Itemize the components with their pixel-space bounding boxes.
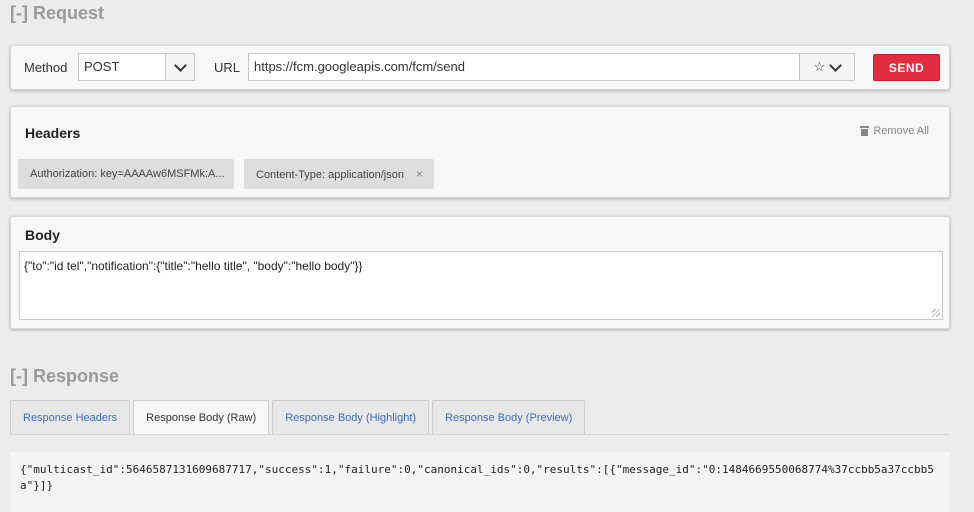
request-bar: Method POST URL https://fcm.googleapis.c… <box>10 45 950 90</box>
method-select[interactable]: POST <box>78 53 195 81</box>
request-section-title[interactable]: [-] Request <box>10 3 104 24</box>
body-title: Body <box>25 227 60 243</box>
header-chip[interactable]: Content-Type: application/json × <box>244 159 434 189</box>
remove-all-button[interactable]: Remove All <box>860 125 929 137</box>
send-button[interactable]: SEND <box>873 54 940 81</box>
url-label: URL <box>214 60 241 75</box>
url-input[interactable]: https://fcm.googleapis.com/fcm/send ☆ <box>248 53 855 81</box>
resize-handle[interactable] <box>932 309 940 317</box>
headers-title: Headers <box>25 125 81 141</box>
tab-response-body-raw[interactable]: Response Body (Raw) <box>133 400 270 435</box>
response-tabs: Response Headers Response Body (Raw) Res… <box>10 400 586 435</box>
tab-divider <box>10 434 950 435</box>
trash-icon <box>860 126 870 136</box>
response-body[interactable]: {"multicast_id":5646587131609687717,"suc… <box>10 452 950 512</box>
tab-response-body-highlight[interactable]: Response Body (Highlight) <box>272 400 430 434</box>
star-icon: ☆ <box>813 59 826 74</box>
headers-panel: Headers Remove All Authorization: key=AA… <box>10 106 950 198</box>
header-chip-text: Authorization: key=AAAAw6MSFMk:A... <box>30 168 225 180</box>
url-favorites-button[interactable]: ☆ <box>799 54 854 80</box>
response-section-title[interactable]: [-] Response <box>10 366 119 387</box>
response-raw-text: {"multicast_id":5646587131609687717,"suc… <box>20 463 934 492</box>
method-label: Method <box>24 60 68 75</box>
close-icon[interactable]: × <box>416 167 423 181</box>
method-dropdown-button[interactable] <box>165 54 194 80</box>
header-chip-text: Content-Type: application/json <box>256 169 404 181</box>
method-value: POST <box>84 59 120 74</box>
body-panel: Body {"to":"id tel","notification":{"tit… <box>10 216 950 329</box>
body-content: {"to":"id tel","notification":{"title":"… <box>24 259 363 273</box>
chevron-down-icon <box>173 58 187 72</box>
tab-response-headers[interactable]: Response Headers <box>10 400 131 434</box>
remove-all-label: Remove All <box>873 125 929 137</box>
tab-response-body-preview[interactable]: Response Body (Preview) <box>432 400 586 434</box>
body-textarea[interactable]: {"to":"id tel","notification":{"title":"… <box>19 251 943 320</box>
chevron-down-icon <box>829 58 843 72</box>
url-value: https://fcm.googleapis.com/fcm/send <box>254 59 465 74</box>
header-chip[interactable]: Authorization: key=AAAAw6MSFMk:A... <box>18 159 234 189</box>
